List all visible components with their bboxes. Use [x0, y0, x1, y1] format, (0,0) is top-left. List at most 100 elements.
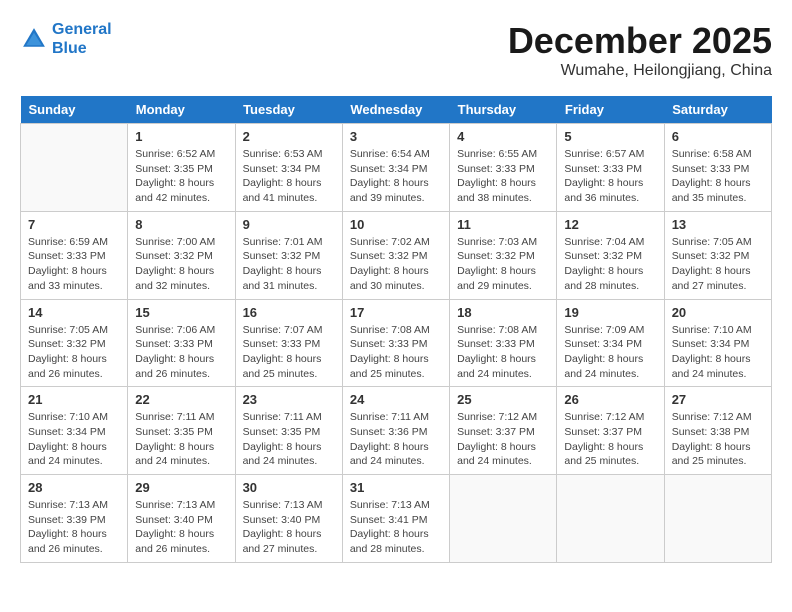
weekday-header-tuesday: Tuesday [235, 96, 342, 124]
day-cell: 28 Sunrise: 7:13 AM Sunset: 3:39 PM Dayli… [21, 475, 128, 563]
logo-text: General Blue [52, 20, 112, 58]
day-info: Sunrise: 7:02 AM Sunset: 3:32 PM Dayligh… [350, 235, 442, 294]
day-info: Sunrise: 7:07 AM Sunset: 3:33 PM Dayligh… [243, 323, 335, 382]
weekday-header-sunday: Sunday [21, 96, 128, 124]
day-number: 28 [28, 480, 120, 495]
day-cell: 26 Sunrise: 7:12 AM Sunset: 3:37 PM Dayli… [557, 387, 664, 475]
day-number: 23 [243, 392, 335, 407]
day-info: Sunrise: 7:13 AM Sunset: 3:39 PM Dayligh… [28, 498, 120, 557]
day-number: 27 [672, 392, 764, 407]
day-cell: 22 Sunrise: 7:11 AM Sunset: 3:35 PM Dayli… [128, 387, 235, 475]
day-cell: 13Sunrise: 7:05 AM Sunset: 3:32 PM Dayli… [664, 211, 771, 299]
day-cell: 23 Sunrise: 7:11 AM Sunset: 3:35 PM Dayli… [235, 387, 342, 475]
day-number: 3 [350, 129, 442, 144]
day-number: 12 [564, 217, 656, 232]
day-info: Sunrise: 6:52 AM Sunset: 3:35 PM Dayligh… [135, 147, 227, 206]
day-info: Sunrise: 7:11 AM Sunset: 3:35 PM Dayligh… [243, 410, 335, 469]
day-info: Sunrise: 7:04 AM Sunset: 3:32 PM Dayligh… [564, 235, 656, 294]
day-number: 2 [243, 129, 335, 144]
day-cell: 24 Sunrise: 7:11 AM Sunset: 3:36 PM Dayli… [342, 387, 449, 475]
page-header: General Blue December 2025 Wumahe, Heilo… [20, 20, 772, 80]
day-info: Sunrise: 7:01 AM Sunset: 3:32 PM Dayligh… [243, 235, 335, 294]
day-cell: 15 Sunrise: 7:06 AM Sunset: 3:33 PM Dayli… [128, 299, 235, 387]
day-number: 18 [457, 305, 549, 320]
day-info: Sunrise: 7:00 AM Sunset: 3:32 PM Dayligh… [135, 235, 227, 294]
day-number: 14 [28, 305, 120, 320]
day-number: 11 [457, 217, 549, 232]
day-info: Sunrise: 7:13 AM Sunset: 3:40 PM Dayligh… [243, 498, 335, 557]
day-number: 19 [564, 305, 656, 320]
day-cell: 16 Sunrise: 7:07 AM Sunset: 3:33 PM Dayli… [235, 299, 342, 387]
day-info: Sunrise: 7:03 AM Sunset: 3:32 PM Dayligh… [457, 235, 549, 294]
day-number: 10 [350, 217, 442, 232]
day-info: Sunrise: 7:10 AM Sunset: 3:34 PM Dayligh… [28, 410, 120, 469]
day-cell: 3 Sunrise: 6:54 AM Sunset: 3:34 PM Daylig… [342, 124, 449, 212]
calendar-table: SundayMondayTuesdayWednesdayThursdayFrid… [20, 96, 772, 563]
day-info: Sunrise: 7:08 AM Sunset: 3:33 PM Dayligh… [457, 323, 549, 382]
day-number: 15 [135, 305, 227, 320]
weekday-header-saturday: Saturday [664, 96, 771, 124]
day-cell: 1 Sunrise: 6:52 AM Sunset: 3:35 PM Daylig… [128, 124, 235, 212]
day-cell: 27Sunrise: 7:12 AM Sunset: 3:38 PM Dayli… [664, 387, 771, 475]
day-number: 16 [243, 305, 335, 320]
weekday-header-thursday: Thursday [450, 96, 557, 124]
day-info: Sunrise: 7:05 AM Sunset: 3:32 PM Dayligh… [672, 235, 764, 294]
week-row-1: 1 Sunrise: 6:52 AM Sunset: 3:35 PM Daylig… [21, 124, 772, 212]
day-cell: 9 Sunrise: 7:01 AM Sunset: 3:32 PM Daylig… [235, 211, 342, 299]
day-cell: 30 Sunrise: 7:13 AM Sunset: 3:40 PM Dayli… [235, 475, 342, 563]
day-info: Sunrise: 7:12 AM Sunset: 3:37 PM Dayligh… [564, 410, 656, 469]
day-cell: 18 Sunrise: 7:08 AM Sunset: 3:33 PM Dayli… [450, 299, 557, 387]
weekday-header-friday: Friday [557, 96, 664, 124]
logo-icon [20, 25, 48, 53]
day-cell [664, 475, 771, 563]
day-cell: 31 Sunrise: 7:13 AM Sunset: 3:41 PM Dayli… [342, 475, 449, 563]
day-number: 25 [457, 392, 549, 407]
day-number: 26 [564, 392, 656, 407]
day-number: 22 [135, 392, 227, 407]
day-number: 20 [672, 305, 764, 320]
title-block: December 2025 Wumahe, Heilongjiang, Chin… [508, 20, 772, 80]
week-row-5: 28 Sunrise: 7:13 AM Sunset: 3:39 PM Dayli… [21, 475, 772, 563]
weekday-header-wednesday: Wednesday [342, 96, 449, 124]
day-cell: 7 Sunrise: 6:59 AM Sunset: 3:33 PM Daylig… [21, 211, 128, 299]
day-cell: 12 Sunrise: 7:04 AM Sunset: 3:32 PM Dayli… [557, 211, 664, 299]
week-row-4: 21Sunrise: 7:10 AM Sunset: 3:34 PM Dayli… [21, 387, 772, 475]
day-number: 30 [243, 480, 335, 495]
day-cell: 17Sunrise: 7:08 AM Sunset: 3:33 PM Dayli… [342, 299, 449, 387]
weekday-header-monday: Monday [128, 96, 235, 124]
day-number: 17 [350, 305, 442, 320]
location-subtitle: Wumahe, Heilongjiang, China [508, 62, 772, 80]
day-number: 4 [457, 129, 549, 144]
day-number: 31 [350, 480, 442, 495]
logo: General Blue [20, 20, 112, 58]
day-number: 29 [135, 480, 227, 495]
day-cell [557, 475, 664, 563]
day-cell: 20Sunrise: 7:10 AM Sunset: 3:34 PM Dayli… [664, 299, 771, 387]
day-info: Sunrise: 6:58 AM Sunset: 3:33 PM Dayligh… [672, 147, 764, 206]
day-cell: 4Sunrise: 6:55 AM Sunset: 3:33 PM Daylig… [450, 124, 557, 212]
day-info: Sunrise: 6:54 AM Sunset: 3:34 PM Dayligh… [350, 147, 442, 206]
day-number: 5 [564, 129, 656, 144]
day-info: Sunrise: 6:57 AM Sunset: 3:33 PM Dayligh… [564, 147, 656, 206]
day-number: 1 [135, 129, 227, 144]
day-cell: 21Sunrise: 7:10 AM Sunset: 3:34 PM Dayli… [21, 387, 128, 475]
day-info: Sunrise: 7:05 AM Sunset: 3:32 PM Dayligh… [28, 323, 120, 382]
day-info: Sunrise: 7:11 AM Sunset: 3:35 PM Dayligh… [135, 410, 227, 469]
day-cell: 25Sunrise: 7:12 AM Sunset: 3:37 PM Dayli… [450, 387, 557, 475]
day-number: 9 [243, 217, 335, 232]
day-cell: 10 Sunrise: 7:02 AM Sunset: 3:32 PM Dayli… [342, 211, 449, 299]
day-info: Sunrise: 7:13 AM Sunset: 3:41 PM Dayligh… [350, 498, 442, 557]
day-cell: 11 Sunrise: 7:03 AM Sunset: 3:32 PM Dayli… [450, 211, 557, 299]
day-info: Sunrise: 7:06 AM Sunset: 3:33 PM Dayligh… [135, 323, 227, 382]
day-cell: 14 Sunrise: 7:05 AM Sunset: 3:32 PM Dayli… [21, 299, 128, 387]
day-cell: 19 Sunrise: 7:09 AM Sunset: 3:34 PM Dayli… [557, 299, 664, 387]
day-number: 6 [672, 129, 764, 144]
weekday-header-row: SundayMondayTuesdayWednesdayThursdayFrid… [21, 96, 772, 124]
day-number: 24 [350, 392, 442, 407]
day-info: Sunrise: 7:09 AM Sunset: 3:34 PM Dayligh… [564, 323, 656, 382]
day-cell: 5 Sunrise: 6:57 AM Sunset: 3:33 PM Daylig… [557, 124, 664, 212]
day-cell: 2Sunrise: 6:53 AM Sunset: 3:34 PM Daylig… [235, 124, 342, 212]
day-info: Sunrise: 7:11 AM Sunset: 3:36 PM Dayligh… [350, 410, 442, 469]
day-number: 7 [28, 217, 120, 232]
day-info: Sunrise: 6:59 AM Sunset: 3:33 PM Dayligh… [28, 235, 120, 294]
